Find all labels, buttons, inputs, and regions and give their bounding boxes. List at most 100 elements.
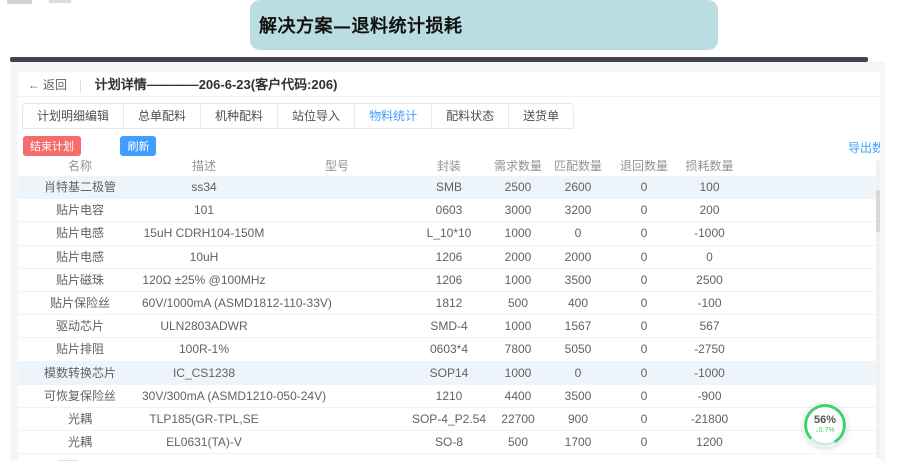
- table-cell: 3000: [490, 199, 546, 221]
- table-cell: 贴片电感: [18, 246, 142, 268]
- progress-value: 56%: [814, 415, 836, 426]
- partial-next-row: [18, 454, 880, 461]
- table-cell: ss34: [142, 176, 266, 198]
- table-cell: 2600: [546, 176, 610, 198]
- table-cell-filler: [741, 315, 880, 337]
- table-cell: 0: [610, 246, 678, 268]
- table-cell: 22700: [490, 408, 546, 430]
- table-cell: 2500: [678, 269, 741, 291]
- table-cell: -100: [678, 292, 741, 314]
- table-cell: 900: [546, 408, 610, 430]
- table-cell: 贴片保险丝: [18, 292, 142, 314]
- table-cell-filler: [741, 222, 880, 244]
- table-cell: SOP14: [408, 362, 490, 384]
- table-cell: 贴片电感: [18, 222, 142, 244]
- decorative-mark: [49, 0, 71, 3]
- table-cell: SMD-4: [408, 315, 490, 337]
- table-cell: [266, 222, 408, 244]
- table-cell: 肖特基二极管: [18, 176, 142, 198]
- table-cell: 5050: [546, 338, 610, 360]
- back-label: 返回: [43, 78, 67, 92]
- column-header: 型号: [266, 158, 408, 174]
- toolbar: 结束计划 刷新 导出数: [23, 136, 880, 156]
- progress-badge-inner: 56% ↓0.7%: [807, 407, 843, 443]
- table-row[interactable]: 光耦EL0631(TA)-VSO-8500170001200: [18, 431, 880, 454]
- table-row[interactable]: 光耦TLP185(GR-TPL,SESOP-4_P2.54227009000-2…: [18, 408, 880, 431]
- table-cell: 0: [610, 315, 678, 337]
- table-cell: 100: [678, 176, 741, 198]
- content-card: ←返回 计划详情————206-6-23(客户代码:206) 计划明细编辑总单配…: [18, 72, 880, 461]
- table-cell: 1812: [408, 292, 490, 314]
- table-body: 肖特基二极管ss34SMB250026000100贴片电容101 06033000…: [18, 176, 880, 454]
- table-cell: 0603: [408, 199, 490, 221]
- table-cell: 1200: [678, 431, 741, 453]
- table-row[interactable]: 贴片保险丝60V/1000mA (ASMD1812-110-33V)181250…: [18, 292, 880, 315]
- table-cell: 1567: [546, 315, 610, 337]
- table-row[interactable]: 肖特基二极管ss34SMB250026000100: [18, 176, 880, 199]
- tab-0[interactable]: 计划明细编辑: [22, 103, 124, 129]
- table-row[interactable]: 贴片排阻100R-1%0603*4780050500-2750: [18, 338, 880, 361]
- table-cell-filler: [741, 362, 880, 384]
- table-cell: 贴片电容: [18, 199, 142, 221]
- table-cell: [266, 176, 408, 198]
- table-cell: 贴片排阻: [18, 338, 142, 360]
- table-row[interactable]: 模数转换芯片IC_CS1238SOP14100000-1000: [18, 362, 880, 385]
- table-cell: 1700: [546, 431, 610, 453]
- table-cell: 0: [610, 199, 678, 221]
- table-cell: [266, 338, 408, 360]
- export-link[interactable]: 导出数: [848, 139, 880, 156]
- table-cell: 3500: [546, 269, 610, 291]
- column-header: 需求数量: [490, 158, 546, 174]
- table-cell: 15uH CDRH104-150M: [142, 222, 266, 244]
- table-cell: 1000: [490, 222, 546, 244]
- column-header: 封装: [408, 158, 490, 174]
- table-cell: EL0631(TA)-V: [142, 431, 266, 453]
- table-row[interactable]: 可恢复保险丝30V/300mA (ASMD1210-050-24V)121044…: [18, 385, 880, 408]
- table-row[interactable]: 贴片电感10uH12062000200000: [18, 246, 880, 269]
- table-cell: 500: [490, 292, 546, 314]
- table-cell: 2000: [546, 246, 610, 268]
- end-plan-button[interactable]: 结束计划: [23, 136, 81, 156]
- table-cell: 567: [678, 315, 741, 337]
- table-cell: [266, 199, 408, 221]
- table-cell: 0: [610, 269, 678, 291]
- table-cell: 4400: [490, 385, 546, 407]
- tab-3[interactable]: 站位导入: [277, 103, 355, 129]
- table-cell: -1000: [678, 362, 741, 384]
- table-cell: SOP-4_P2.54: [408, 408, 490, 430]
- table-cell: 0: [678, 246, 741, 268]
- table-cell: [266, 431, 408, 453]
- table-cell: 500: [490, 431, 546, 453]
- refresh-button[interactable]: 刷新: [120, 136, 156, 156]
- table-cell: 光耦: [18, 408, 142, 430]
- table-cell: 0: [610, 408, 678, 430]
- tab-4[interactable]: 物料统计: [354, 103, 432, 129]
- table-cell: [266, 385, 408, 407]
- table-cell: [266, 408, 408, 430]
- table-cell-filler: [741, 385, 880, 407]
- table-row[interactable]: 驱动芯片ULN2803ADWRSMD-4100015670567: [18, 315, 880, 338]
- tab-2[interactable]: 机种配料: [200, 103, 278, 129]
- table-cell-filler: [741, 338, 880, 360]
- tab-1[interactable]: 总单配料: [123, 103, 201, 129]
- table-cell: L_10*10: [408, 222, 490, 244]
- table-cell: 可恢复保险丝: [18, 385, 142, 407]
- back-button[interactable]: ←返回: [28, 78, 67, 92]
- slide-title: 解决方案—退料统计损耗: [259, 12, 463, 38]
- table-row[interactable]: 贴片磁珠120Ω ±25% @100MHz12061000350002500: [18, 269, 880, 292]
- vertical-scrollbar[interactable]: [876, 160, 880, 459]
- tab-5[interactable]: 配料状态: [431, 103, 509, 129]
- column-header: 退回数量: [610, 158, 678, 174]
- table-cell: 101: [142, 199, 266, 221]
- table-cell: -1000: [678, 222, 741, 244]
- table-cell: 30V/300mA (ASMD1210-050-24V): [142, 385, 266, 407]
- table-cell: 1000: [490, 362, 546, 384]
- progress-badge[interactable]: 56% ↓0.7%: [803, 403, 847, 447]
- table-cell: 0: [610, 338, 678, 360]
- table-cell: 0: [610, 176, 678, 198]
- table-row[interactable]: 贴片电容1010603300032000200: [18, 199, 880, 222]
- table-cell: 光耦: [18, 431, 142, 453]
- scrollbar-thumb[interactable]: [876, 190, 880, 232]
- table-row[interactable]: 贴片电感15uH CDRH104-150ML_10*10100000-1000: [18, 222, 880, 245]
- tab-6[interactable]: 送货单: [508, 103, 574, 129]
